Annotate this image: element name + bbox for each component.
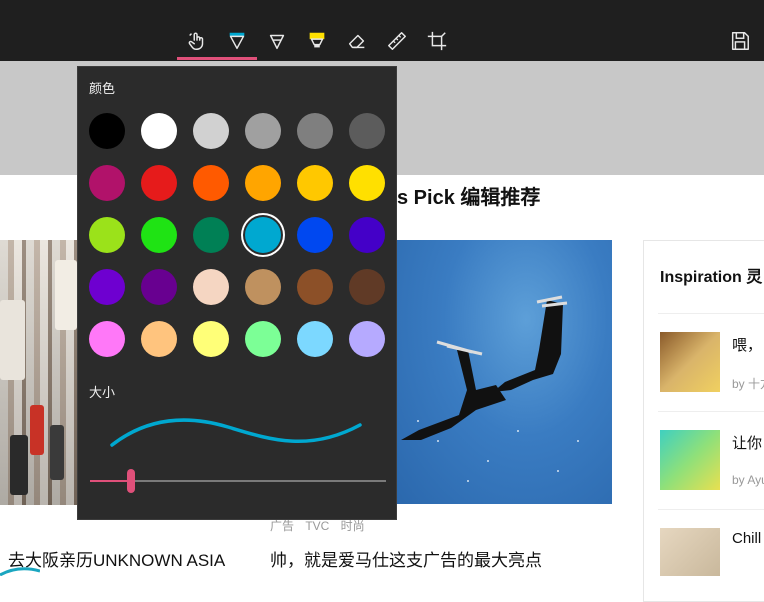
sidebar-item-1-by: by 十方 [732,377,764,391]
highlighter-icon [309,32,325,48]
color-swatch[interactable] [245,269,281,305]
divider [658,411,764,412]
touch-writing-tool[interactable] [181,26,213,56]
pencil-icon [269,34,285,50]
color-swatch[interactable] [89,165,125,201]
ruler-icon [388,32,406,50]
color-swatch[interactable] [297,113,333,149]
color-swatch[interactable] [141,165,177,201]
touch-writing-icon [188,32,204,50]
size-slider-thumb[interactable] [127,469,136,493]
color-swatch[interactable] [349,269,385,305]
article-title-mid[interactable]: 帅，就是爱马仕这支广告的最大亮点 [270,546,542,571]
color-swatch[interactable] [349,321,385,357]
color-swatch[interactable] [193,217,229,253]
section-title: s Pick 编辑推荐 [397,187,541,209]
color-swatch[interactable] [245,165,281,201]
color-label: 颜色 [89,81,116,96]
pencil-tool[interactable] [261,26,293,56]
crop-icon [427,31,447,51]
color-swatch[interactable] [349,165,385,201]
eraser-tool[interactable] [341,26,373,56]
sidebar-item-2-text[interactable]: 让你 [732,432,762,453]
color-swatch[interactable] [89,321,125,357]
color-swatch[interactable] [193,321,229,357]
highlighter-tool[interactable] [301,26,333,56]
color-swatch[interactable] [141,321,177,357]
ruler-tool[interactable] [381,26,413,56]
color-swatch[interactable] [89,113,125,149]
sidebar-item-1-text[interactable]: 喂， [732,334,762,355]
color-swatch[interactable] [141,113,177,149]
article-photo-left[interactable] [0,240,77,505]
crop-tool[interactable] [421,26,453,56]
sidebar-thumb-3[interactable] [660,528,720,576]
color-swatch[interactable] [349,113,385,149]
save-icon [731,32,749,50]
size-label: 大小 [89,385,116,400]
sidebar-title: Inspiration 灵 [660,269,763,286]
divider [658,509,764,510]
save-button[interactable] [724,26,756,56]
color-swatch[interactable] [141,217,177,253]
sidebar-thumb-2[interactable] [660,430,720,490]
ballpoint-pen-tool[interactable] [221,26,253,56]
article-photo-skiers[interactable] [397,240,612,504]
article-title-left[interactable]: 去大阪亲历UNKNOWN ASIA [8,546,225,571]
color-swatch[interactable] [349,217,385,253]
color-swatch[interactable] [89,269,125,305]
skier-figures [401,295,568,440]
color-swatch[interactable] [245,113,281,149]
decorative-arc [0,567,40,576]
color-swatch[interactable] [193,269,229,305]
sidebar-thumb-1[interactable] [660,332,720,392]
pen-settings-popup: 颜色 大小 [77,66,397,520]
eraser-icon [348,34,365,49]
color-swatch[interactable] [193,165,229,201]
sidebar-item-3-text[interactable]: Chill [732,530,761,547]
color-swatch[interactable] [297,269,333,305]
color-swatch[interactable] [193,113,229,149]
color-swatch[interactable] [245,321,281,357]
pen-toolbar [0,0,764,61]
ballpoint-pen-icon [229,32,245,50]
color-swatch[interactable] [297,165,333,201]
color-swatch[interactable] [245,217,281,253]
active-tool-indicator [177,57,257,60]
color-swatch[interactable] [89,217,125,253]
sidebar-item-2-by: by Ayu [732,473,764,487]
divider [658,313,764,314]
color-swatch[interactable] [141,269,177,305]
color-swatch[interactable] [297,217,333,253]
size-slider-fill [90,480,132,482]
stroke-preview [110,418,362,447]
color-swatch[interactable] [297,321,333,357]
